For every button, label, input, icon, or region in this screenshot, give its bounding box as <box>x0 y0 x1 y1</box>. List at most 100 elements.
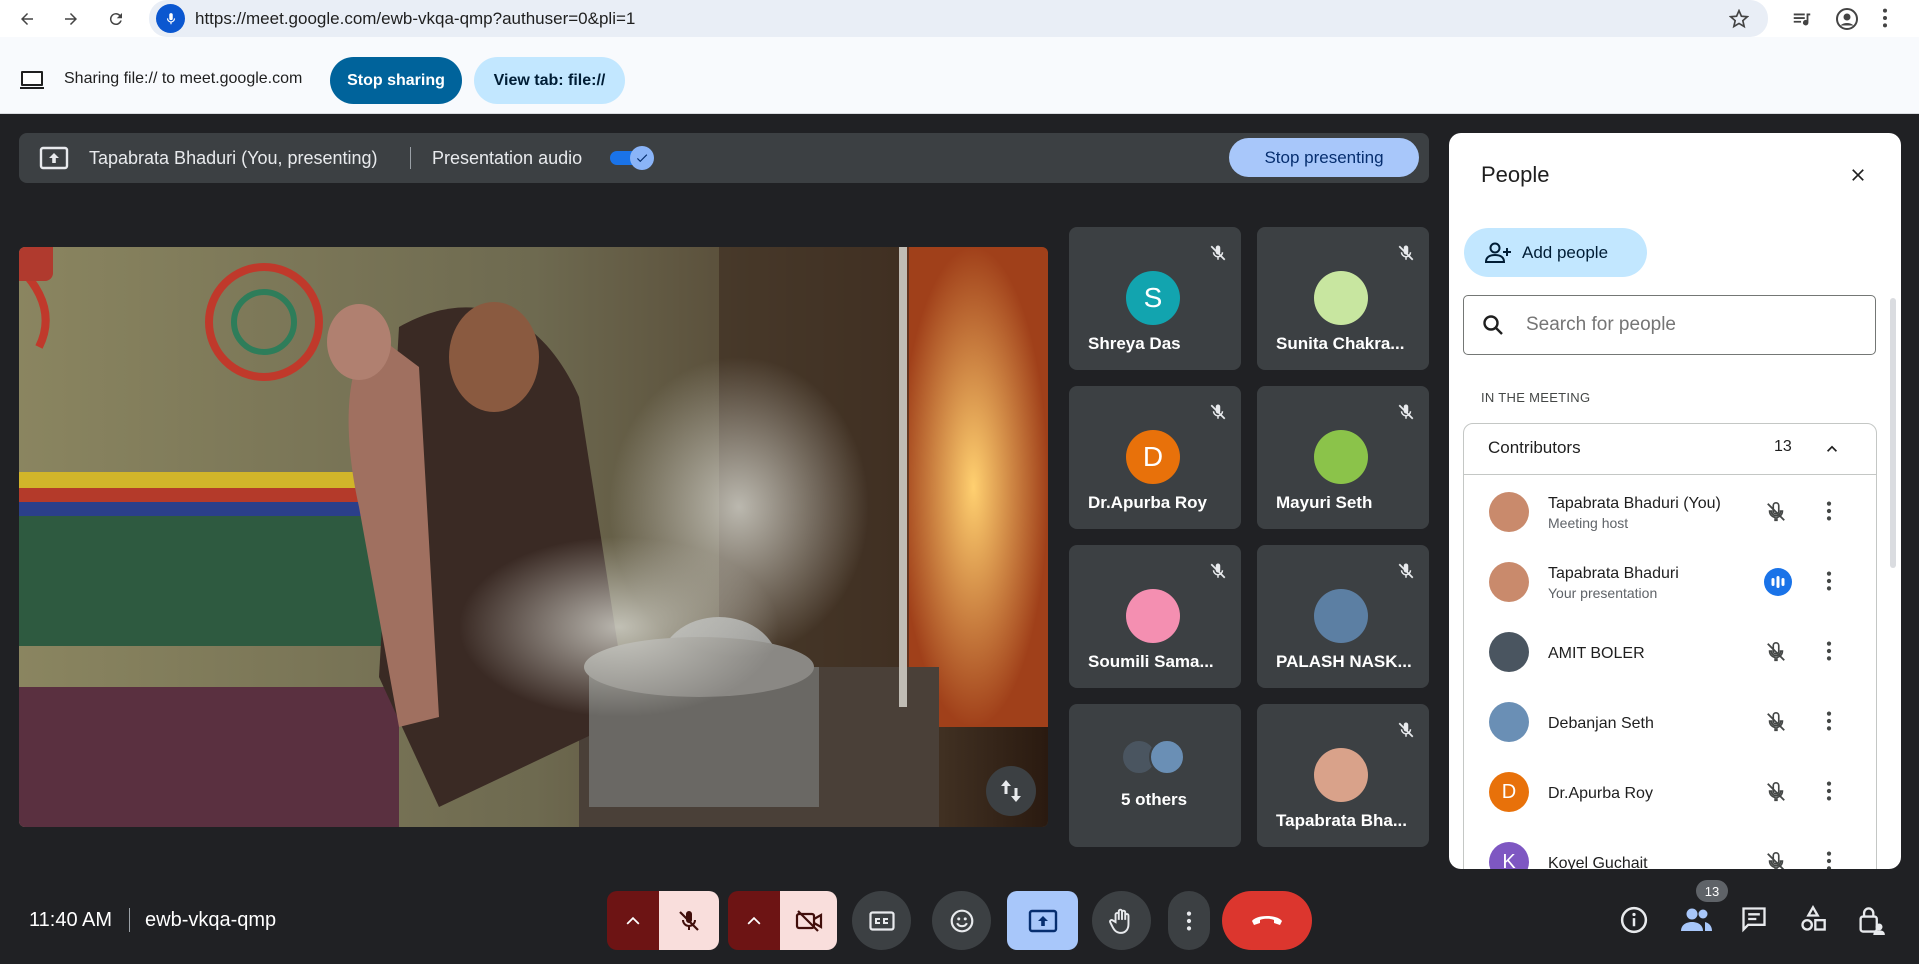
more-vert-icon[interactable] <box>1825 570 1833 592</box>
avatar <box>1314 430 1368 484</box>
participant-name: Tapabrata Bhaduri <box>1548 565 1679 582</box>
chat-button[interactable] <box>1740 905 1768 933</box>
present-icon <box>39 146 69 170</box>
video-options-button[interactable] <box>728 891 780 950</box>
mic-off-icon[interactable] <box>1765 850 1787 869</box>
profile-icon[interactable] <box>1835 7 1859 31</box>
more-vert-icon <box>1186 911 1192 930</box>
participant-tile[interactable]: Tapabrata Bha... <box>1257 704 1429 847</box>
forward-button[interactable] <box>58 6 84 32</box>
closed-captions-icon <box>868 910 895 931</box>
participant-name: Debanjan Seth <box>1548 715 1654 732</box>
chevron-up-icon <box>626 916 640 925</box>
emoji-icon <box>950 909 973 932</box>
media-control-icon[interactable] <box>1791 8 1813 30</box>
avatar <box>1489 562 1529 602</box>
audio-options-button[interactable] <box>607 891 659 950</box>
camera-toggle-button[interactable] <box>780 891 837 950</box>
captions-button[interactable] <box>852 891 911 950</box>
panel-scrollbar[interactable] <box>1890 298 1896 568</box>
mic-off-icon <box>1209 561 1227 581</box>
microphone-icon[interactable] <box>156 4 185 33</box>
more-vert-icon[interactable] <box>1825 500 1833 522</box>
participant-row[interactable]: Tapabrata Bhaduri (You) Meeting host <box>1449 478 1901 548</box>
mic-off-icon <box>1397 243 1415 263</box>
present-now-button[interactable] <box>1007 891 1078 950</box>
avatar <box>1126 589 1180 643</box>
avatar <box>1489 492 1529 532</box>
view-tab-button[interactable]: View tab: file:// <box>474 57 625 104</box>
participant-row[interactable]: AMIT BOLER <box>1449 618 1901 688</box>
more-options-button[interactable] <box>1168 891 1210 950</box>
browser-menu-icon[interactable] <box>1881 7 1889 29</box>
host-controls-button[interactable] <box>1857 905 1885 935</box>
contributors-header[interactable]: Contributors 13 <box>1463 423 1877 475</box>
participant-row[interactable]: D Dr.Apurba Roy <box>1449 758 1901 828</box>
lock-person-icon <box>1859 907 1885 935</box>
people-button[interactable] <box>1679 905 1713 933</box>
group-count: 13 <box>1774 438 1792 455</box>
participant-tile[interactable]: S Shreya Das <box>1069 227 1241 370</box>
participant-tile[interactable]: PALASH NASK... <box>1257 545 1429 688</box>
swap-layout-button[interactable] <box>986 766 1036 816</box>
participant-name: Dr.Apurba Roy <box>1548 785 1653 802</box>
mic-off-icon[interactable] <box>1765 640 1787 664</box>
group-label: Contributors <box>1488 438 1581 457</box>
raise-hand-button[interactable] <box>1092 891 1151 950</box>
mic-off-icon[interactable] <box>1765 500 1787 524</box>
presentation-video <box>19 247 1048 827</box>
leave-call-button[interactable] <box>1222 891 1312 950</box>
screen-share-icon <box>20 70 44 90</box>
mic-off-icon <box>679 910 699 931</box>
participant-tile[interactable]: 5 others <box>1069 704 1241 847</box>
avatar <box>1489 702 1529 742</box>
presentation-audio-label: Presentation audio <box>432 148 583 168</box>
bookmark-star-icon[interactable] <box>1729 9 1749 29</box>
presentation-audio-toggle[interactable] <box>610 146 656 170</box>
present-screen-icon <box>1028 909 1057 932</box>
participant-tile[interactable]: Sunita Chakra... <box>1257 227 1429 370</box>
back-button[interactable] <box>14 6 40 32</box>
participant-row[interactable]: K Koyel Guchait <box>1449 828 1901 869</box>
participant-row[interactable]: Debanjan Seth <box>1449 688 1901 758</box>
address-bar[interactable]: https://meet.google.com/ewb-vkqa-qmp?aut… <box>149 0 1768 37</box>
search-input[interactable] <box>1526 310 1856 340</box>
chat-icon <box>1742 907 1766 933</box>
checkmark-icon <box>630 146 654 170</box>
people-panel: People Add people IN THE MEETING Contrib… <box>1449 133 1901 869</box>
clock-time: 11:40 AM <box>29 909 113 931</box>
reload-button[interactable] <box>103 6 129 32</box>
mic-off-icon <box>1397 561 1415 581</box>
participant-tile[interactable]: Mayuri Seth <box>1257 386 1429 529</box>
mic-off-icon[interactable] <box>1765 710 1787 734</box>
more-vert-icon[interactable] <box>1825 780 1833 802</box>
watermark-logo <box>19 247 53 281</box>
close-panel-button[interactable] <box>1843 160 1873 190</box>
mic-off-icon <box>1209 402 1227 422</box>
stop-presenting-button[interactable]: Stop presenting <box>1229 138 1419 177</box>
meeting-details-button[interactable] <box>1619 905 1649 935</box>
stop-sharing-button[interactable]: Stop sharing <box>330 57 462 104</box>
sharing-status-text: Sharing file:// to meet.google.com <box>64 70 303 87</box>
avatar: D <box>1489 772 1529 812</box>
more-vert-icon[interactable] <box>1825 640 1833 662</box>
activities-button[interactable] <box>1799 905 1827 933</box>
participant-tile[interactable]: D Dr.Apurba Roy <box>1069 386 1241 529</box>
add-people-button[interactable]: Add people <box>1464 228 1647 277</box>
avatar <box>1314 589 1368 643</box>
avatar <box>1489 632 1529 672</box>
participant-role: Your presentation <box>1548 585 1658 601</box>
divider <box>129 908 130 932</box>
more-vert-icon[interactable] <box>1825 710 1833 732</box>
url-text[interactable]: https://meet.google.com/ewb-vkqa-qmp?aut… <box>195 9 635 29</box>
more-vert-icon[interactable] <box>1825 850 1833 869</box>
mic-off-icon[interactable] <box>1765 780 1787 804</box>
search-people-field[interactable] <box>1463 295 1876 355</box>
participant-name: Shreya Das <box>1088 334 1181 353</box>
participant-tile[interactable]: Soumili Sama... <box>1069 545 1241 688</box>
microphone-toggle-button[interactable] <box>659 891 719 950</box>
reactions-button[interactable] <box>932 891 991 950</box>
participant-list: Tapabrata Bhaduri (You) Meeting host Tapab… <box>1449 478 1901 869</box>
presenting-banner: Tapabrata Bhaduri (You, presenting) Pres… <box>19 133 1429 183</box>
participant-row[interactable]: Tapabrata Bhaduri Your presentation <box>1449 548 1901 618</box>
